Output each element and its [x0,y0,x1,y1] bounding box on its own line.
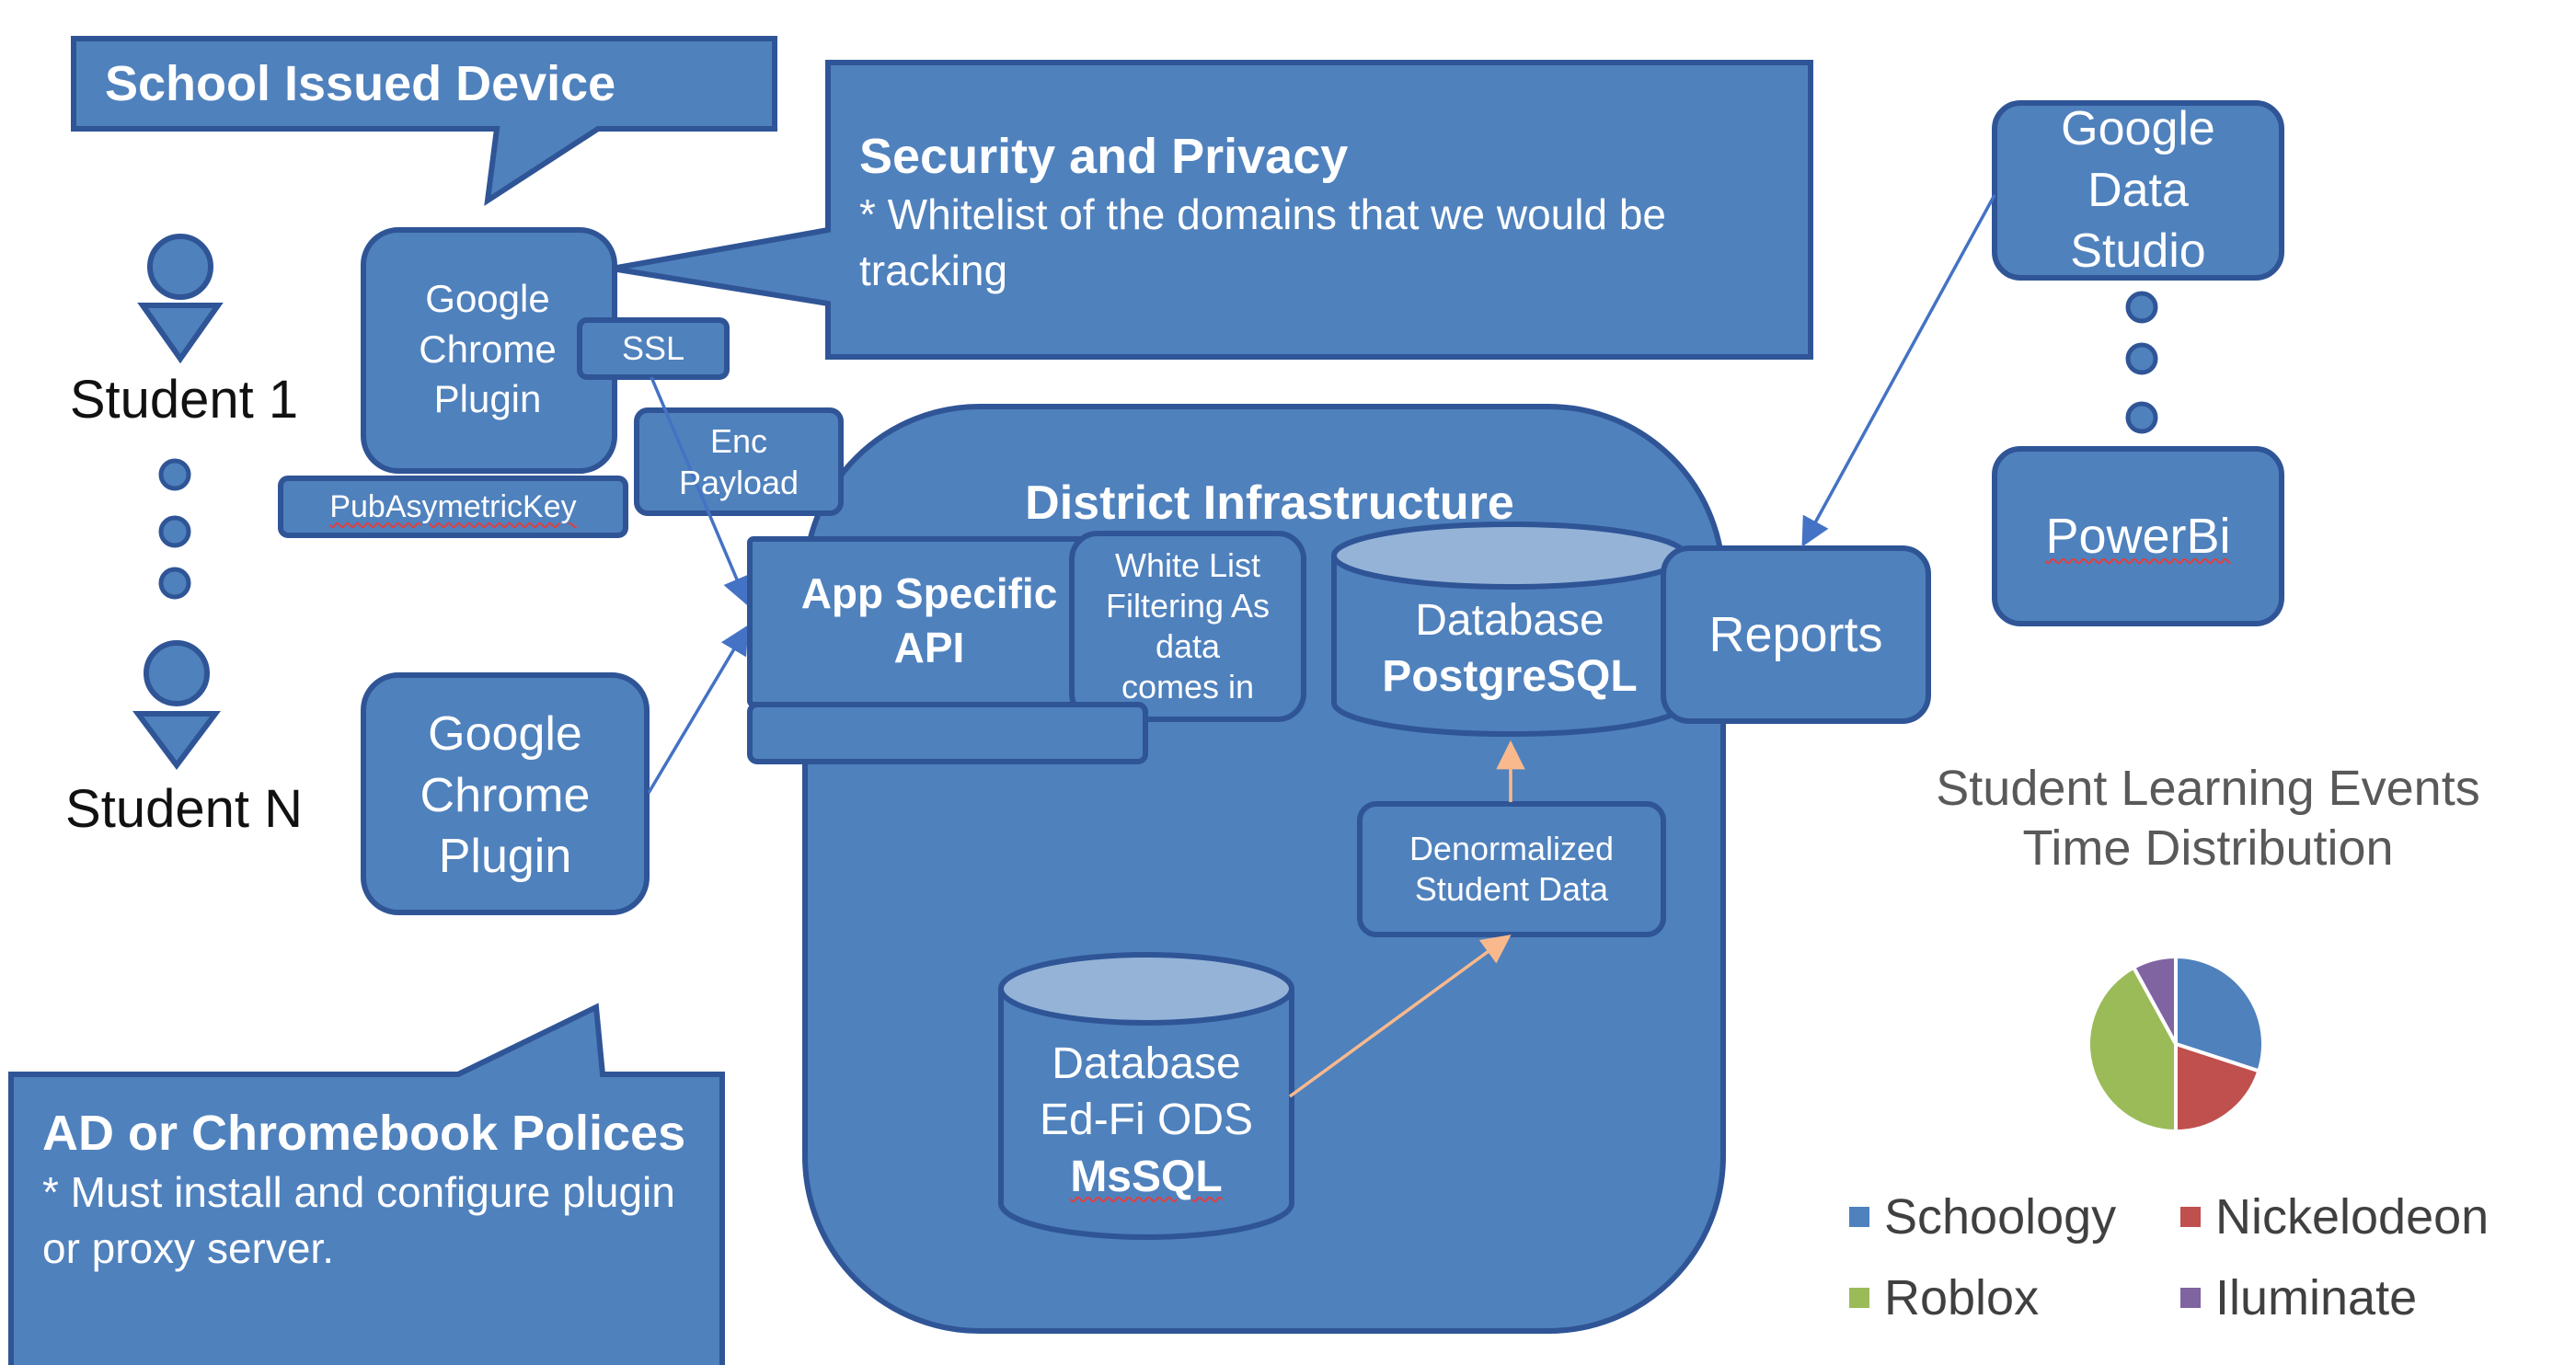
app-api-line2: API [893,624,965,671]
legend-item-roblox: Roblox [1849,1269,2039,1326]
ad-note: * Must install and configure plugin or p… [42,1167,675,1272]
legend-item-nickelodeon: Nickelodeon [2180,1188,2489,1245]
district-title: District Infrastructure [1025,476,1514,530]
legend-item-iluminate: Iluminate [2180,1269,2417,1326]
enc-payload-label: Enc Payload [678,422,799,501]
postgresql-label: Database PostgreSQL [1339,589,1681,708]
student-n-label: Student N [65,779,303,840]
chrome-plugin-top-label: Google Chrome Plugin [419,277,557,421]
ssl-tag-label: SSL [621,329,685,368]
legend-label: Nickelodeon [2215,1189,2490,1245]
legend-label: Roblox [1884,1270,2040,1325]
google-data-studio-label: Google Data Studio [2061,102,2215,279]
denormalized-label: Denormalized Student Data [1409,830,1615,908]
legend-swatch [1849,1288,1869,1308]
student-1-label: Student 1 [69,370,299,430]
postgresql-line1: Database [1415,595,1604,645]
legend-swatch [2180,1207,2201,1227]
legend-label: Iluminate [2215,1270,2418,1325]
legend-item-schoology: Schoology [1849,1188,2116,1245]
postgresql-line2: PostgreSQL [1382,652,1638,701]
mssql-line2: Ed-Fi ODS [1039,1095,1254,1145]
school-device-callout-text: School Issued Device [105,55,616,111]
ad-policies-callout-text: AD or Chromebook Polices * Must install … [42,1104,705,1352]
mssql-line3: MsSQL [1070,1152,1223,1201]
mssql-line1: Database [1052,1038,1241,1088]
powerbi-label: PowerBi [2045,508,2231,564]
pub-key-label: PubAsymetricKey [329,488,577,524]
security-note: * Whitelist of the domains that we would… [859,189,1667,294]
app-api-label: App Specific API [764,561,1095,681]
mssql-label: Database Ed-Fi ODS MsSQL [1003,1032,1290,1209]
security-callout-text: Security and Privacy * Whitelist of the … [859,127,1788,348]
security-title: Security and Privacy [859,129,1349,184]
app-api-line1: App Specific [800,569,1058,618]
tools-ellipsis-dots [2125,291,2158,434]
legend-label: Schoology [1884,1189,2117,1245]
learning-events-pie-chart [2087,954,2265,1134]
whitelist-filter-label: White List Filtering As data comes in [1105,546,1271,705]
arrow-datastudio-to-reports [1801,194,1996,547]
legend-swatch [1849,1207,1869,1227]
legend-swatch [2180,1288,2201,1308]
student-1-person-icon [137,234,224,364]
arrow-plugin-bottom-to-api [647,625,749,794]
private-key-box [747,702,1148,764]
chrome-plugin-bottom-label: Google Chrome Plugin [420,707,591,884]
student-ellipsis-dots [158,458,191,600]
reports-label: Reports [1708,606,1883,662]
student-n-person-icon [132,640,221,770]
ad-title: AD or Chromebook Polices [42,1106,686,1161]
pie-chart-title: Student Learning Events Time Distributio… [1936,761,2480,876]
